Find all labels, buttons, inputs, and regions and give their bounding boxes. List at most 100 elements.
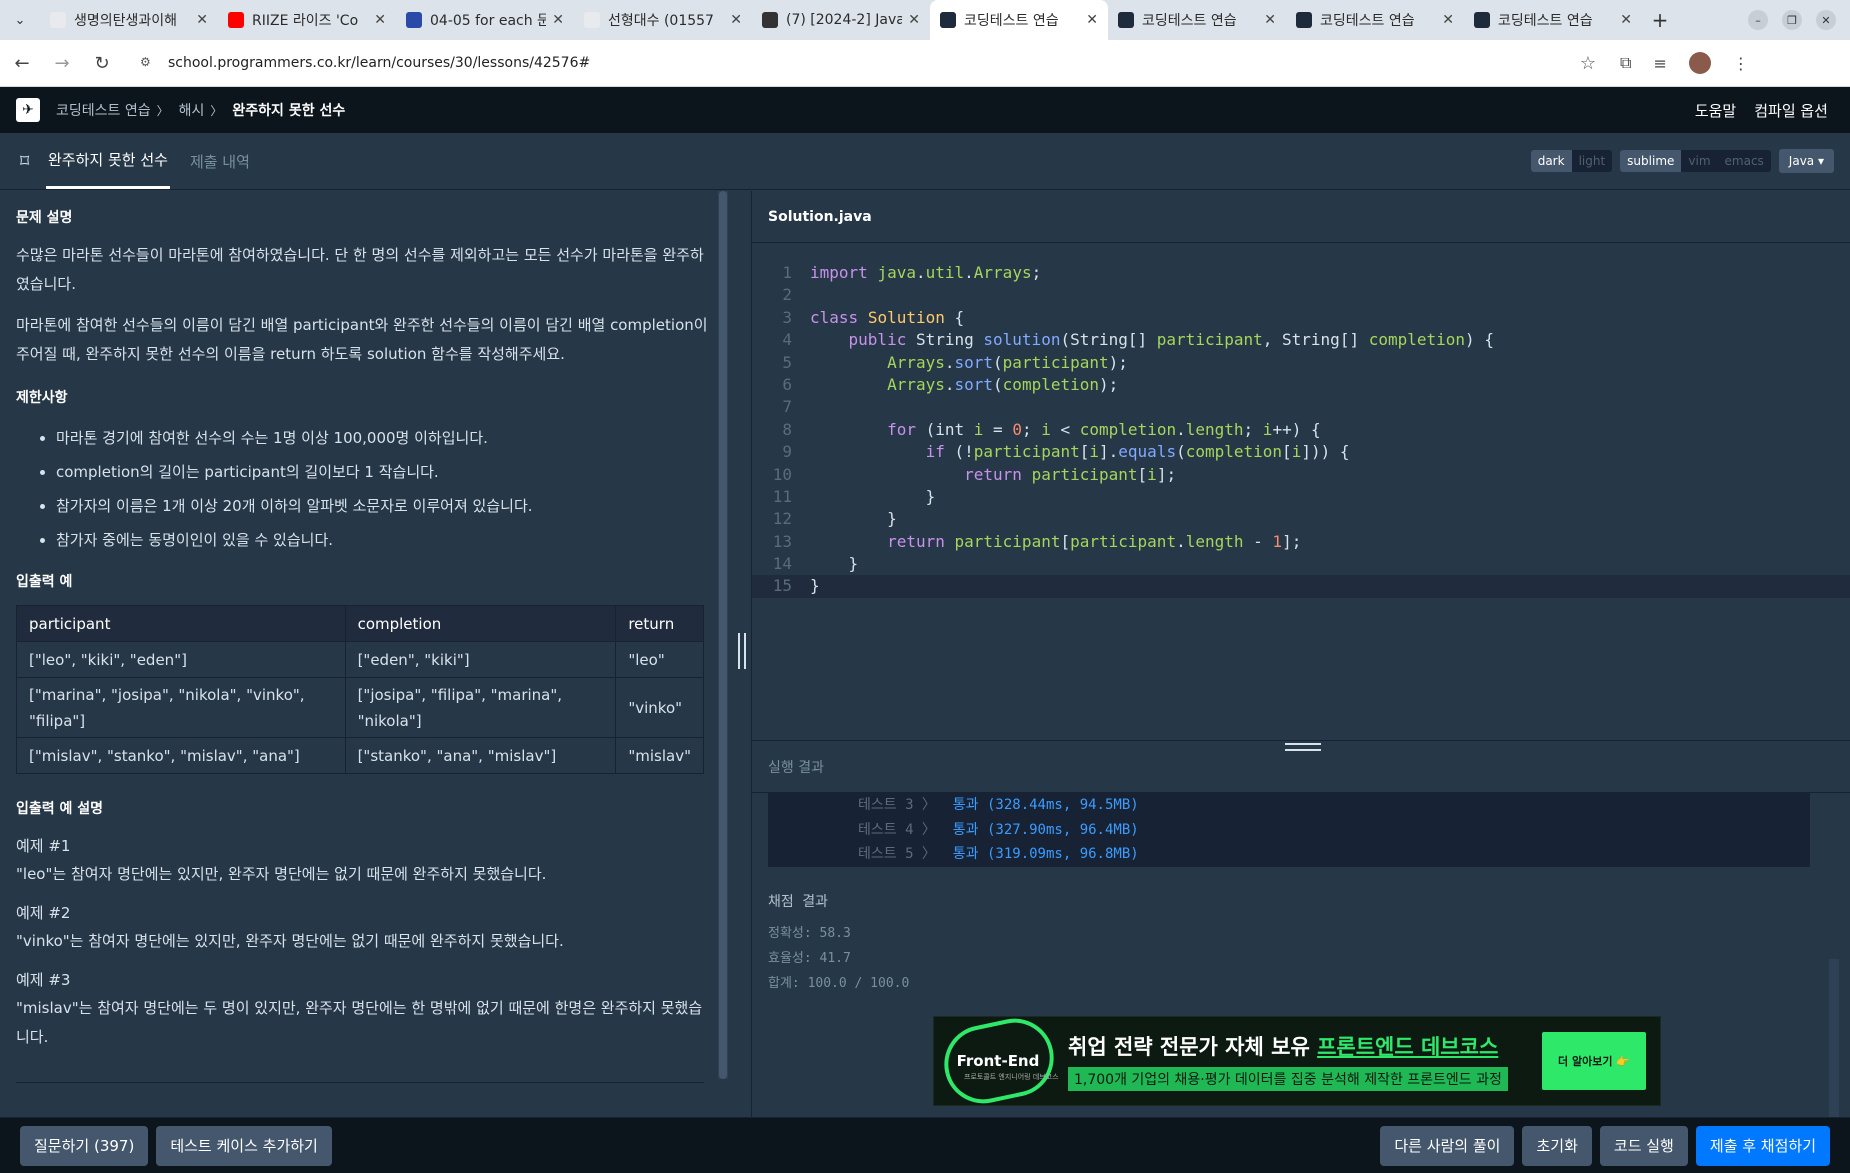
reload-icon[interactable]: ↻ xyxy=(84,45,120,81)
code-editor[interactable]: 1 import java.util.Arrays; 2 3 class Solut… xyxy=(752,243,1850,740)
tab-title: 코딩테스트 연습 xyxy=(1142,13,1237,29)
media-icon[interactable]: ≡ xyxy=(1653,54,1666,73)
table-cell: ["josipa", "filipa", "marina", "nikola"] xyxy=(344,677,617,738)
table-row: ["marina", "josipa", "nikola", "vinko", … xyxy=(16,677,704,738)
banner-brand: Front-End xyxy=(956,1052,1040,1070)
problem-panel[interactable]: 문제 설명 수많은 마라톤 선수들이 마라톤에 참여하였습니다. 단 한 명의 … xyxy=(0,191,730,1117)
test-results-box: 테스트 3 〉 통과 (328.44ms, 94.5MB) 테스트 4 〉 통과… xyxy=(768,793,1810,867)
browser-tab[interactable]: 코딩테스트 연습 ✕ xyxy=(1464,0,1642,40)
close-tab-icon[interactable]: ✕ xyxy=(196,12,208,28)
tab-search-icon[interactable]: ⌄ xyxy=(0,0,40,40)
keymap-emacs-button[interactable]: emacs xyxy=(1718,150,1771,172)
table-cell: ["leo", "kiki", "eden"] xyxy=(16,641,346,678)
keymap-sublime-button[interactable]: sublime xyxy=(1620,150,1682,172)
doc-icon xyxy=(584,12,600,28)
example-title: 예제 #2 xyxy=(16,904,71,922)
test-result-row: 테스트 3 〉 통과 (328.44ms, 94.5MB) xyxy=(768,793,1810,818)
close-tab-icon[interactable]: ✕ xyxy=(374,12,386,28)
close-tab-icon[interactable]: ✕ xyxy=(1620,12,1632,28)
banner-headline-a: 취업 전략 전문가 자체 보유 xyxy=(1068,1035,1318,1059)
table-cell: ["mislav", "stanko", "mislav", "ana"] xyxy=(16,737,346,774)
test-result-row: 테스트 4 〉 통과 (327.90ms, 96.4MB) xyxy=(768,818,1810,843)
reset-button[interactable]: 초기화 xyxy=(1522,1125,1592,1166)
close-tab-icon[interactable]: ✕ xyxy=(1442,12,1454,28)
tab-submission-history[interactable]: 제출 내역 xyxy=(188,133,252,189)
browser-tab[interactable]: 생명의탄생과이해 ✕ xyxy=(40,0,218,40)
test-label: 테스트 4 〉 xyxy=(858,821,936,838)
browser-tab[interactable]: 04-05 for each 문 ✕ xyxy=(396,0,574,40)
code-line: 11 } xyxy=(772,486,936,506)
close-window-icon[interactable]: ✕ xyxy=(1816,10,1836,30)
editor-header: Solution.java xyxy=(752,191,1850,243)
browser-tab[interactable]: (7) [2024-2] Java ✕ xyxy=(752,0,930,40)
browser-tab[interactable]: 선형대수 (01557 ✕ xyxy=(574,0,752,40)
tab-problem[interactable]: 완주하지 못한 선수 xyxy=(46,133,170,189)
compile-options-link[interactable]: 컴파일 옵션 xyxy=(1754,100,1828,121)
close-tab-icon[interactable]: ✕ xyxy=(1086,12,1098,28)
programmers-icon xyxy=(1296,12,1312,28)
example-title: 예제 #1 xyxy=(16,837,71,855)
close-tab-icon[interactable]: ✕ xyxy=(908,12,920,28)
accuracy-score: 정확성: 58.3 xyxy=(768,926,851,941)
banner-text: 취업 전략 전문가 자체 보유 프론트엔드 데브코스 1,700개 기업의 채용… xyxy=(1062,1031,1542,1091)
language-label: Java xyxy=(1788,154,1815,168)
example-text: "leo"는 참여자 명단에는 있지만, 완주자 명단에는 없기 때문에 완주하… xyxy=(16,865,547,883)
browser-tab[interactable]: 코딩테스트 연습 ✕ xyxy=(930,0,1108,40)
programmers-logo[interactable]: ✈ xyxy=(16,98,40,122)
extensions-icon[interactable]: ⧉ xyxy=(1620,53,1631,73)
restore-icon[interactable]: ❐ xyxy=(1782,10,1802,30)
back-icon[interactable]: ← xyxy=(4,45,40,81)
tab-title: 선형대수 (01557 xyxy=(608,13,714,29)
test-pass: 통과 (319.09ms, 96.8MB) xyxy=(952,846,1139,863)
url-field[interactable]: ⚙ school.programmers.co.kr/learn/courses… xyxy=(128,46,1608,80)
forward-icon[interactable]: → xyxy=(44,45,80,81)
close-tab-icon[interactable]: ✕ xyxy=(730,12,742,28)
bookmark-star-icon[interactable]: ☆ xyxy=(1580,53,1596,74)
breadcrumb-item[interactable]: 해시 xyxy=(179,100,205,120)
efficiency-score: 효율성: 41.7 xyxy=(768,951,851,966)
profile-avatar[interactable] xyxy=(1688,52,1711,74)
tab-title: RIIZE 라이즈 'Co xyxy=(252,13,359,29)
doc-icon xyxy=(50,12,66,28)
browser-tab[interactable]: 코딩테스트 연습 ✕ xyxy=(1108,0,1286,40)
more-menu-icon[interactable]: ⋮ xyxy=(1733,54,1749,73)
theme-light-button[interactable]: light xyxy=(1572,150,1613,172)
tab-title: (7) [2024-2] Java xyxy=(786,12,903,28)
tab-title: 코딩테스트 연습 xyxy=(1498,13,1593,29)
banner-headline-b: 프론트엔드 데브코스 xyxy=(1317,1035,1499,1059)
bookmark-icon[interactable]: ⌑ xyxy=(20,133,36,189)
example-title: 예제 #3 xyxy=(16,971,71,989)
close-tab-icon[interactable]: ✕ xyxy=(552,12,564,28)
horizontal-resize-handle[interactable] xyxy=(1285,743,1321,751)
browser-tab[interactable]: RIIZE 라이즈 'Co ✕ xyxy=(218,0,396,40)
submit-button[interactable]: 제출 후 채점하기 xyxy=(1695,1125,1830,1166)
tab-strip: 생명의탄생과이해 ✕ RIIZE 라이즈 'Co ✕ 04-05 for each 문 ✕… xyxy=(40,0,1642,40)
list-item: 참가자의 이름은 1개 이상 20개 이하의 알파벳 소문자로 이루어져 있습니… xyxy=(40,489,714,523)
banner-cta-button[interactable]: 더 알아보기 👉 xyxy=(1542,1032,1646,1090)
minimize-icon[interactable]: – xyxy=(1748,10,1768,30)
url-text: school.programmers.co.kr/learn/courses/3… xyxy=(168,55,591,71)
help-link[interactable]: 도움말 xyxy=(1695,100,1736,121)
breadcrumb-item[interactable]: 코딩테스트 연습 xyxy=(56,100,151,120)
chevron-right-icon: 〉 xyxy=(210,103,223,118)
ad-banner[interactable]: Front-End 프로토콜트 엔지니어링 데브코스 취업 전략 전문가 자체 … xyxy=(933,1011,1661,1111)
problem-scrollbar[interactable] xyxy=(718,191,728,1079)
section-title: 입출력 예 설명 xyxy=(16,801,104,817)
results-scrollbar[interactable] xyxy=(1829,959,1839,1117)
frontend-logo: Front-End 프로토콜트 엔지니어링 데브코스 xyxy=(934,1011,1062,1111)
ask-question-button[interactable]: 질문하기 (397) xyxy=(20,1125,149,1166)
browser-tab[interactable]: 코딩테스트 연습 ✕ xyxy=(1286,0,1464,40)
add-testcase-button[interactable]: 테스트 케이스 추가하기 xyxy=(156,1125,332,1166)
theme-dark-button[interactable]: dark xyxy=(1530,150,1572,172)
keymap-vim-button[interactable]: vim xyxy=(1681,150,1717,172)
language-select[interactable]: Java ▾ xyxy=(1778,149,1834,173)
scrollbar-thumb[interactable] xyxy=(719,191,727,1079)
run-code-button[interactable]: 코드 실행 xyxy=(1599,1125,1688,1166)
code-line: 13 return participant[participant.length… xyxy=(772,531,1302,551)
site-info-icon[interactable]: ⚙ xyxy=(140,55,156,71)
close-tab-icon[interactable]: ✕ xyxy=(1264,12,1276,28)
vertical-resize-handle[interactable] xyxy=(738,633,746,669)
others-solutions-button[interactable]: 다른 사람의 풀이 xyxy=(1380,1125,1515,1166)
new-tab-button[interactable]: + xyxy=(1642,0,1678,40)
code-line: 7 xyxy=(782,397,792,417)
